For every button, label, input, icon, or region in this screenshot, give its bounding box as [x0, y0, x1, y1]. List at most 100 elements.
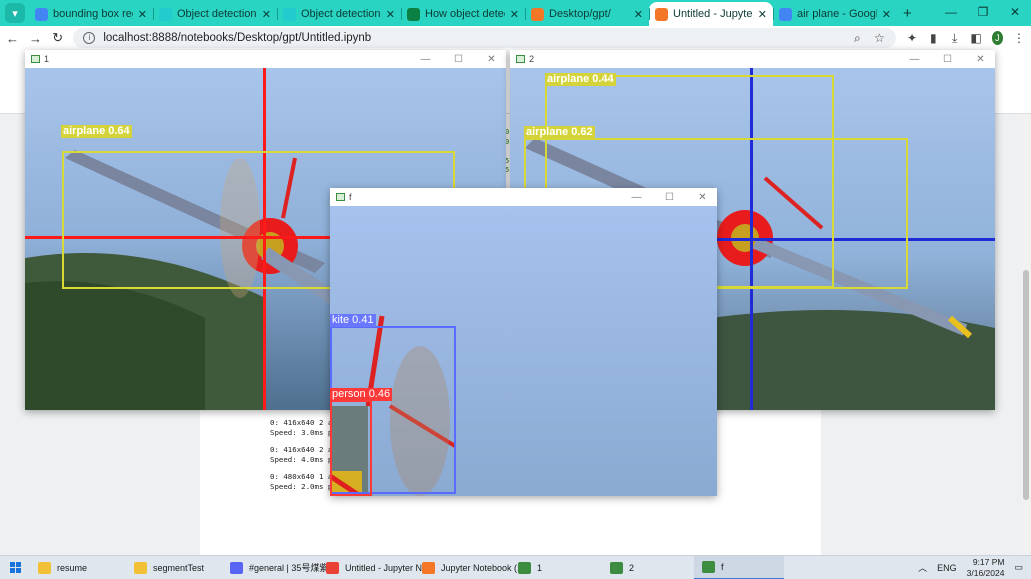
minimize-icon[interactable]: —	[411, 54, 440, 65]
browser-tab-strip: ▾ bounding box regression ✕ Object detecti…	[0, 0, 1031, 26]
taskbar-app[interactable]: 1	[510, 556, 602, 579]
minimize-icon[interactable]: —	[900, 54, 929, 65]
system-tray: ︿ ENG 9:17 PM 3/16/2024 ▭	[918, 557, 1031, 579]
paperswithcode-icon	[159, 7, 172, 21]
app-icon	[702, 560, 715, 573]
reload-icon[interactable]: ↻	[52, 30, 63, 46]
taskbar-app-label: resume	[57, 562, 88, 573]
close-icon[interactable]: ✕	[477, 54, 506, 65]
sidepanel-icon[interactable]: ▮	[928, 31, 939, 45]
paperswithcode-icon	[283, 7, 296, 21]
taskbar-app-label: segmentTest	[153, 562, 205, 573]
tab-title: Object detection: Boundi	[177, 8, 257, 20]
tab-close-icon[interactable]: ✕	[634, 8, 643, 21]
profile-avatar[interactable]: J	[991, 31, 1003, 45]
taskbar-apps: resume segmentTest #general | 35号煤紫... Unti…	[30, 555, 784, 579]
browser-tab[interactable]: air plane - Google Search ✕	[773, 2, 897, 26]
taskbar-app[interactable]: resume	[30, 556, 126, 579]
window-titlebar[interactable]: f — ☐ ✕	[330, 188, 717, 206]
detection-label: airplane 0.64	[61, 125, 132, 138]
tab-close-icon[interactable]: ✕	[386, 8, 395, 21]
tab-title: Desktop/gpt/	[549, 8, 611, 20]
browser-tab[interactable]: Untitled - Jupyter Noteb ✕	[649, 2, 773, 26]
taskbar-app-label: f	[721, 561, 724, 572]
taskbar-app[interactable]: #general | 35号煤紫...	[222, 556, 336, 579]
tray-overflow-icon[interactable]: ︿	[918, 561, 927, 574]
window-title: f	[349, 192, 352, 202]
new-tab-icon[interactable]: +	[903, 5, 912, 22]
maximize-icon[interactable]: ☐	[444, 54, 473, 65]
window-app-icon	[31, 55, 40, 63]
notification-icon[interactable]: ▭	[1014, 562, 1023, 573]
browser-tab[interactable]: How object detectors lea ✕	[401, 2, 525, 26]
detection-image: kite 0.41 person 0.46	[330, 206, 717, 496]
window-controls: — ❐ ✕	[935, 0, 1031, 24]
windows-logo-icon	[9, 562, 21, 573]
tab-close-icon[interactable]: ✕	[262, 8, 271, 21]
tab-close-icon[interactable]: ✕	[510, 8, 519, 21]
window-titlebar[interactable]: 1 — ☐ ✕	[25, 50, 506, 68]
address-bar[interactable]: i localhost:8888/notebooks/Desktop/gpt/U…	[73, 28, 897, 48]
browser-tab[interactable]: Object detection: Boundi ✕	[277, 2, 401, 26]
forward-icon[interactable]: →	[29, 31, 42, 46]
app-icon	[326, 561, 339, 574]
zoom-icon[interactable]: ⌕	[850, 31, 864, 46]
google-icon	[35, 7, 48, 21]
app-icon	[38, 561, 51, 574]
page-scrollbar[interactable]	[1021, 114, 1031, 555]
detection-box	[330, 400, 372, 496]
tab-search-icon[interactable]: ▾	[5, 3, 25, 23]
maximize-icon[interactable]: ☐	[933, 54, 962, 65]
browser-menu-icon[interactable]: ⋮	[1013, 31, 1025, 45]
close-icon[interactable]: ✕	[966, 54, 995, 65]
site-info-icon[interactable]: i	[83, 32, 96, 44]
tab-close-icon[interactable]: ✕	[138, 8, 147, 21]
app-icon	[230, 561, 243, 574]
tab-title: How object detectors lea	[425, 8, 505, 20]
language-indicator[interactable]: ENG	[937, 563, 957, 573]
browser-toolbar: ← → ↻ i localhost:8888/notebooks/Desktop…	[0, 26, 1031, 50]
close-icon[interactable]: ✕	[688, 192, 717, 203]
minimize-icon[interactable]: —	[935, 0, 967, 24]
scrollbar-thumb[interactable]	[1023, 270, 1029, 500]
detection-label: airplane 0.44	[545, 73, 616, 86]
taskbar-app[interactable]: 2	[602, 556, 694, 579]
app-icon	[518, 561, 531, 574]
download-icon[interactable]: ⤓	[949, 31, 960, 46]
clock[interactable]: 9:17 PM 3/16/2024	[967, 557, 1005, 579]
taskbar-app[interactable]: Untitled - Jupyter N...	[318, 556, 430, 579]
maximize-icon[interactable]: ☐	[655, 192, 684, 203]
window-titlebar[interactable]: 2 — ☐ ✕	[510, 50, 995, 68]
extensions-icon[interactable]: ✦	[906, 31, 917, 45]
app-icon	[134, 561, 147, 574]
tab-close-icon[interactable]: ✕	[882, 8, 891, 21]
close-icon[interactable]: ✕	[999, 0, 1031, 24]
google-icon	[779, 7, 792, 21]
window-title: 2	[529, 54, 535, 64]
taskbar-app[interactable]: Jupyter Notebook (...	[414, 556, 525, 579]
restore-icon[interactable]: ❐	[967, 0, 999, 24]
bookmark-star-icon[interactable]: ☆	[872, 31, 886, 45]
start-button[interactable]	[0, 562, 30, 573]
tab-close-icon[interactable]: ✕	[758, 8, 767, 21]
window-app-icon	[336, 193, 345, 201]
taskbar-app-label: 1	[537, 562, 543, 573]
image-window-f[interactable]: f — ☐ ✕ kite 0.41 person 0.46	[330, 188, 717, 496]
taskbar-app[interactable]: f	[694, 555, 784, 579]
browser-tab[interactable]: bounding box regression ✕	[29, 2, 153, 26]
browser-tab[interactable]: Desktop/gpt/ ✕	[525, 2, 649, 26]
tab-title: bounding box regression	[53, 8, 133, 20]
taskbar-app[interactable]: segmentTest	[126, 556, 222, 579]
app-icon	[610, 561, 623, 574]
tab-list: bounding box regression ✕ Object detection…	[29, 0, 897, 26]
jupyter-icon	[655, 7, 668, 21]
browser-tab[interactable]: Object detection: Boundi ✕	[153, 2, 277, 26]
split-view-icon[interactable]: ◧	[970, 31, 981, 45]
taskbar-app-label: 2	[629, 562, 635, 573]
detection-label: kite 0.41	[330, 314, 376, 327]
tab-title: air plane - Google Search	[797, 8, 877, 20]
minimize-icon[interactable]: —	[622, 192, 651, 203]
app-icon	[422, 561, 435, 574]
window-title: 1	[44, 54, 50, 64]
back-icon[interactable]: ←	[6, 31, 19, 46]
